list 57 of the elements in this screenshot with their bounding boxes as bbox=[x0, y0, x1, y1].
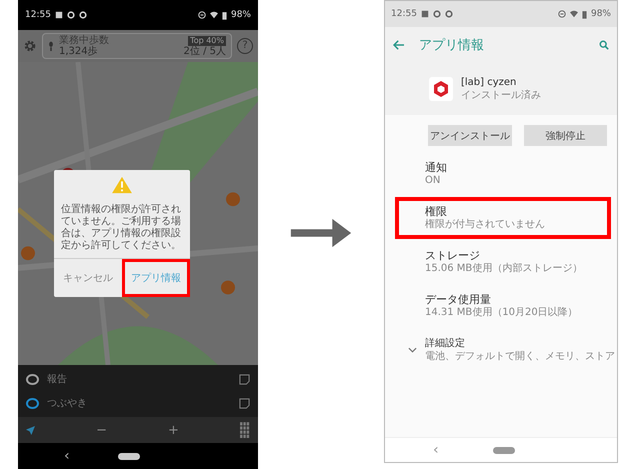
uninstall-button[interactable]: アンインストール bbox=[428, 125, 512, 146]
do-not-disturb-icon bbox=[198, 11, 206, 19]
item-subtitle: 15.06 MB使用（内部ストレージ） bbox=[425, 262, 582, 275]
chevron-down-icon bbox=[408, 347, 416, 353]
walker-icon bbox=[48, 40, 54, 52]
page-title: アプリ情報 bbox=[419, 37, 484, 54]
dialog-message: 位置情報の権限が許可されていません。ご利用する場合は、アプリ情報の権限設定から許可してください。 bbox=[61, 204, 182, 252]
item-title: 通知 bbox=[425, 161, 447, 174]
menu-item[interactable]: つぶやき bbox=[47, 396, 87, 410]
battery-level: 98% bbox=[590, 9, 611, 19]
location-arrow-icon[interactable] bbox=[26, 426, 35, 434]
step-count: 1,324歩 bbox=[59, 46, 99, 57]
wifi-icon bbox=[570, 10, 578, 18]
battery-level: 98% bbox=[230, 10, 251, 20]
item-subtitle: 電池、デフォルトで開く、メモリ、ストア bbox=[425, 350, 615, 363]
help-icon[interactable]: ? bbox=[237, 38, 253, 54]
item-title: 権限 bbox=[425, 205, 448, 218]
dialog-button[interactable]: アプリ情報 bbox=[122, 259, 190, 297]
dialog-button[interactable]: キャンセル bbox=[54, 262, 122, 294]
item-subtitle: ON bbox=[425, 174, 442, 187]
app-name: [lab] cyzen bbox=[461, 76, 518, 88]
search-icon[interactable] bbox=[599, 40, 609, 50]
battery-icon bbox=[582, 10, 587, 18]
arrow-icon bbox=[290, 216, 352, 248]
grid-icon[interactable] bbox=[240, 422, 250, 438]
battery-icon bbox=[222, 10, 227, 20]
note-icon[interactable] bbox=[239, 398, 250, 408]
warning-icon bbox=[111, 176, 133, 194]
item-title: データ使用量 bbox=[425, 293, 492, 306]
zoom-out-button[interactable]: − bbox=[96, 422, 107, 438]
menu-item[interactable]: 報告 bbox=[47, 372, 67, 386]
settings-item[interactable]: 権限 権限が付与されていません bbox=[395, 197, 611, 239]
item-title: ストレージ bbox=[425, 249, 481, 262]
do-not-disturb-icon bbox=[558, 10, 566, 18]
status-time: 12:55 bbox=[25, 10, 51, 20]
install-status: インストール済み bbox=[461, 88, 541, 102]
note-icon[interactable] bbox=[239, 374, 250, 384]
image-icon bbox=[420, 10, 429, 18]
settings-item[interactable]: ストレージ 15.06 MB使用（内部ストレージ） bbox=[395, 241, 611, 283]
back-button[interactable]: ‹ bbox=[64, 448, 70, 464]
item-title: 詳細設定 bbox=[425, 337, 466, 350]
force-stop-button[interactable]: 強制停止 bbox=[524, 125, 607, 146]
back-button[interactable]: ‹ bbox=[433, 442, 439, 458]
image-icon bbox=[54, 11, 63, 19]
rank-badge: Top 40% bbox=[188, 36, 226, 46]
settings-icon[interactable] bbox=[23, 39, 37, 53]
settings-item[interactable]: データ使用量 14.31 MB使用（10月20日以降） bbox=[395, 285, 611, 327]
status-time: 12:55 bbox=[391, 9, 417, 19]
home-button[interactable] bbox=[118, 452, 140, 460]
item-subtitle: 14.31 MB使用（10月20日以降） bbox=[425, 306, 578, 319]
settings-item[interactable]: 通知 ON bbox=[395, 153, 611, 195]
zoom-in-button[interactable]: + bbox=[168, 422, 179, 438]
rank-text: 2位 / 5人 bbox=[184, 46, 226, 56]
item-subtitle: 権限が付与されていません bbox=[425, 218, 545, 231]
wifi-icon bbox=[210, 11, 218, 19]
app-icon bbox=[429, 77, 453, 101]
back-arrow-icon[interactable] bbox=[393, 40, 405, 50]
